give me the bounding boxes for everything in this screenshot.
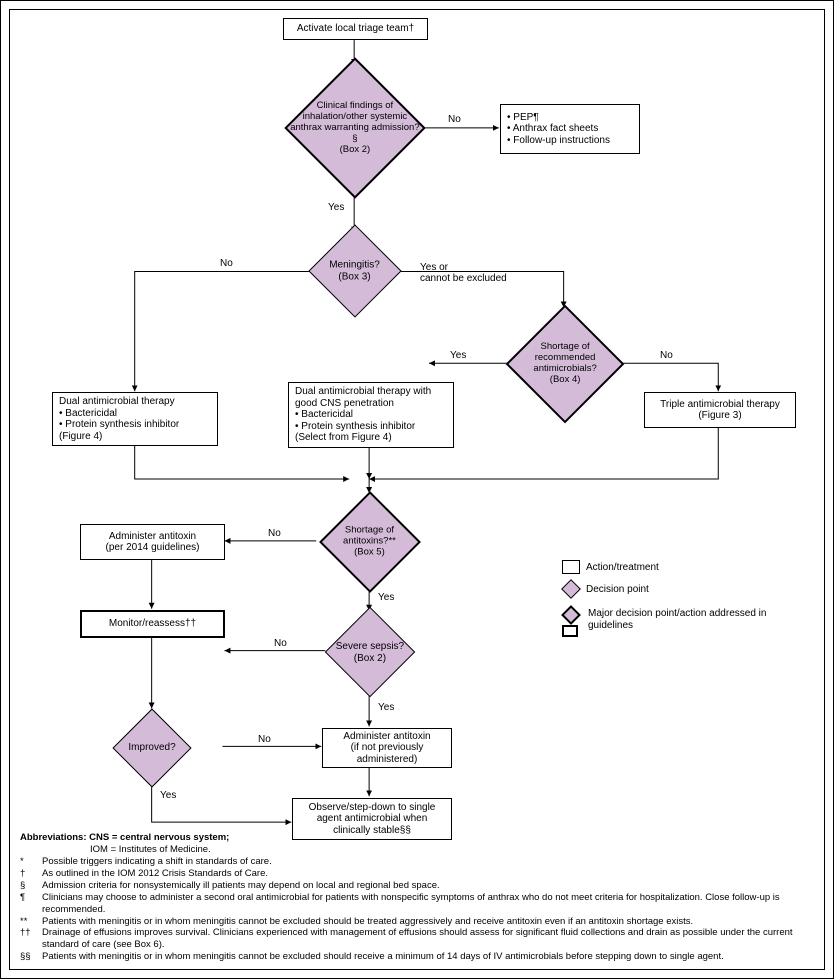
dualcns-a: Bactericidal xyxy=(295,409,415,421)
fn-para: Clinicians may choose to administer a se… xyxy=(42,892,814,916)
pep-c: Follow-up instructions xyxy=(507,135,610,147)
d2-text: Meningitis? (Box 3) xyxy=(310,260,400,283)
dualcns-title: Dual antimicrobial therapy with good CNS… xyxy=(295,386,447,409)
decision-shortage-antimicrobials: Shortage of recommended antimicrobials? … xyxy=(506,305,625,424)
edge-yesor: Yes or cannot be excluded xyxy=(420,262,507,284)
start-box: Activate local triage team† xyxy=(283,18,428,40)
dual-cns-box: Dual antimicrobial therapy with good CNS… xyxy=(288,382,454,448)
edge-no-5: No xyxy=(274,638,287,649)
dualcns-b: Protein synthesis inhibitor (Select from… xyxy=(295,421,415,444)
legend-major-box-icon xyxy=(562,625,578,637)
edge-no-6: No xyxy=(258,734,271,745)
edge-yes-6: Yes xyxy=(160,790,176,801)
decision-meningitis: Meningitis? (Box 3) xyxy=(308,224,401,317)
fn-dsec: Patients with meningitis or in whom meni… xyxy=(42,951,724,963)
edge-yes-4: Yes xyxy=(378,592,394,603)
legend-action-icon xyxy=(562,560,580,574)
fn-sec: Admission criteria for nonsystemically i… xyxy=(42,880,440,892)
edge-yes-3: Yes xyxy=(450,350,466,361)
legend-major-dia-icon xyxy=(561,605,581,625)
edge-no-1: No xyxy=(448,114,461,125)
dual-a: Bactericidal xyxy=(59,408,179,420)
edge-yes-1: Yes xyxy=(328,202,344,213)
legend: Action/treatment Decision point Major de… xyxy=(562,560,782,642)
start-text: Activate local triage team† xyxy=(297,23,414,35)
decision-shortage-antitoxins: Shortage of antitoxins?** (Box 5) xyxy=(319,491,421,593)
monitor-text: Monitor/reassess†† xyxy=(109,618,196,630)
d3-text: Shortage of recommended antimicrobials? … xyxy=(509,342,621,386)
dual-title: Dual antimicrobial therapy xyxy=(59,396,175,408)
footnotes: Abbreviations: CNS = central nervous sys… xyxy=(20,832,814,963)
fn-ddag: Drainage of effusions improves survival.… xyxy=(42,927,814,951)
fn-star: Possible triggers indicating a shift in … xyxy=(42,856,272,868)
admin1-text: Administer antitoxin (per 2014 guideline… xyxy=(106,531,200,554)
legend-b: Decision point xyxy=(586,584,649,595)
legend-c: Major decision point/action addressed in… xyxy=(588,608,782,632)
legend-decision-icon xyxy=(561,579,581,599)
pep-b: Anthrax fact sheets xyxy=(507,123,610,135)
decision-severe-sepsis: Severe sepsis? (Box 2) xyxy=(325,607,416,698)
d1-text: Clinical findings of inhalation/other sy… xyxy=(288,101,422,156)
edge-no-3: No xyxy=(660,350,673,361)
edge-no-4: No xyxy=(268,528,281,539)
fn-dag: As outlined in the IOM 2012 Crisis Stand… xyxy=(42,868,268,880)
observe-text: Observe/step-down to single agent antimi… xyxy=(299,802,445,837)
edge-no-2: No xyxy=(220,258,233,269)
dual-therapy-box: Dual antimicrobial therapy BactericidalP… xyxy=(52,392,218,446)
d4-text: Shortage of antitoxins?** (Box 5) xyxy=(322,526,417,559)
pep-box: PEP¶ Anthrax fact sheets Follow-up instr… xyxy=(500,104,640,154)
decision-improved: Improved? xyxy=(112,708,191,787)
dual-b: Protein synthesis inhibitor (Figure 4) xyxy=(59,419,179,442)
abbr: Abbreviations: CNS = central nervous sys… xyxy=(20,832,229,843)
triple-text: Triple antimicrobial therapy (Figure 3) xyxy=(660,399,780,422)
figure-frame: Activate local triage team† Clinical fin… xyxy=(0,0,834,979)
d6-text: Improved? xyxy=(114,742,190,754)
edge-yes-5: Yes xyxy=(378,702,394,713)
administer-antitoxin-box: Administer antitoxin (per 2014 guideline… xyxy=(80,524,225,560)
abbr2: IOM = Institutes of Medicine. xyxy=(90,844,814,856)
triple-box: Triple antimicrobial therapy (Figure 3) xyxy=(644,392,796,428)
admin2-text: Administer antitoxin (if not previously … xyxy=(329,731,445,766)
monitor-reassess-box: Monitor/reassess†† xyxy=(80,610,225,638)
d5-text: Severe sepsis? (Box 2) xyxy=(327,641,414,664)
administer-antitoxin2-box: Administer antitoxin (if not previously … xyxy=(322,728,452,768)
pep-a: PEP¶ xyxy=(507,112,610,124)
legend-a: Action/treatment xyxy=(586,562,659,573)
fn-dstar: Patients with meningitis or in whom meni… xyxy=(42,916,693,928)
decision-admission: Clinical findings of inhalation/other sy… xyxy=(284,57,425,198)
figure-inner: Activate local triage team† Clinical fin… xyxy=(9,9,825,970)
